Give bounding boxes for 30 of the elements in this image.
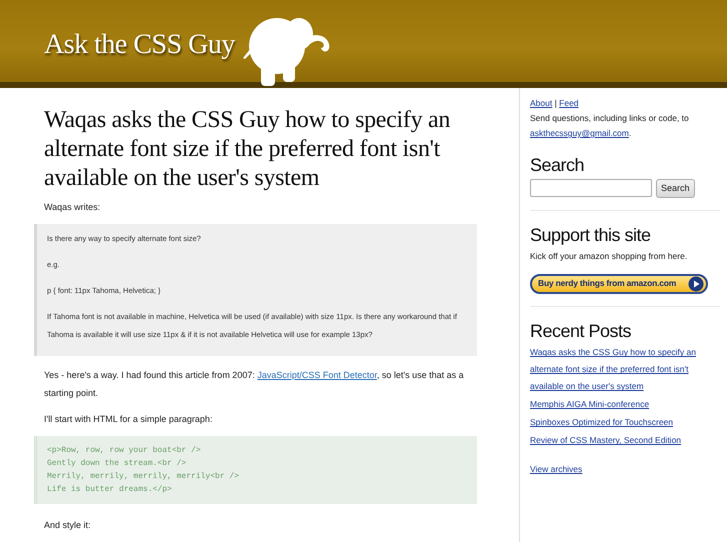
post-link[interactable]: Waqas asks the CSS Guy how to specify an alternate font size if the preferred font isn't available on the user's system	[530, 344, 719, 396]
code-line: <p>Row, row, row your boat<br />	[47, 445, 202, 457]
separator: |	[554, 98, 558, 108]
post-title: Waqas asks the CSS Guy how to specify an alternate font size if the preferred font isn't available on the user's system	[44, 106, 452, 193]
contact-text: Send questions, including links or code, to	[530, 113, 689, 123]
post-link[interactable]: Memphis AIGA Mini-conference	[530, 396, 719, 414]
code-line: Life is butter dreams.</p>	[47, 484, 173, 496]
paragraph: And style it:	[44, 519, 92, 532]
article-link[interactable]: JavaScript/CSS Font Detector	[257, 370, 377, 380]
play-icon	[688, 276, 704, 292]
paragraph: Waqas writes:	[44, 201, 102, 214]
code-line: Gently down the stream.<br />	[47, 458, 188, 470]
section-heading: Support this site	[530, 225, 652, 247]
nav-link[interactable]: Feed	[559, 98, 579, 108]
code-line: Merrily, merrily, merrily, merrily<br />	[47, 471, 240, 483]
site-logo[interactable]: Ask the CSS Guy	[44, 24, 235, 66]
paragraph: Yes - here's a way. I had found this article from 2007: JavaScript/CSS Font Detector, so let's use that as a starting point.	[44, 369, 465, 400]
section-heading: Search	[530, 155, 586, 177]
search-button[interactable]: Search	[656, 178, 695, 198]
section-heading: Recent Posts	[530, 320, 632, 342]
nav-link[interactable]: About	[530, 98, 552, 108]
archives-link[interactable]: View archives	[530, 463, 719, 476]
post-link[interactable]: Spinboxes Optimized for Touchscreen	[530, 414, 719, 432]
punctuation: .	[628, 128, 632, 138]
amazon-button[interactable]: Buy nerdy things from amazon.com	[530, 274, 708, 294]
email-link[interactable]: askthecssguy@gmail.com	[530, 128, 629, 138]
search-field[interactable]	[530, 179, 652, 198]
paragraph: I'll start with HTML for a simple paragraph:	[44, 413, 214, 426]
post-link[interactable]: Review of CSS Mastery, Second Edition	[530, 432, 719, 450]
support-text: Kick off your amazon shopping from here.	[530, 250, 688, 263]
